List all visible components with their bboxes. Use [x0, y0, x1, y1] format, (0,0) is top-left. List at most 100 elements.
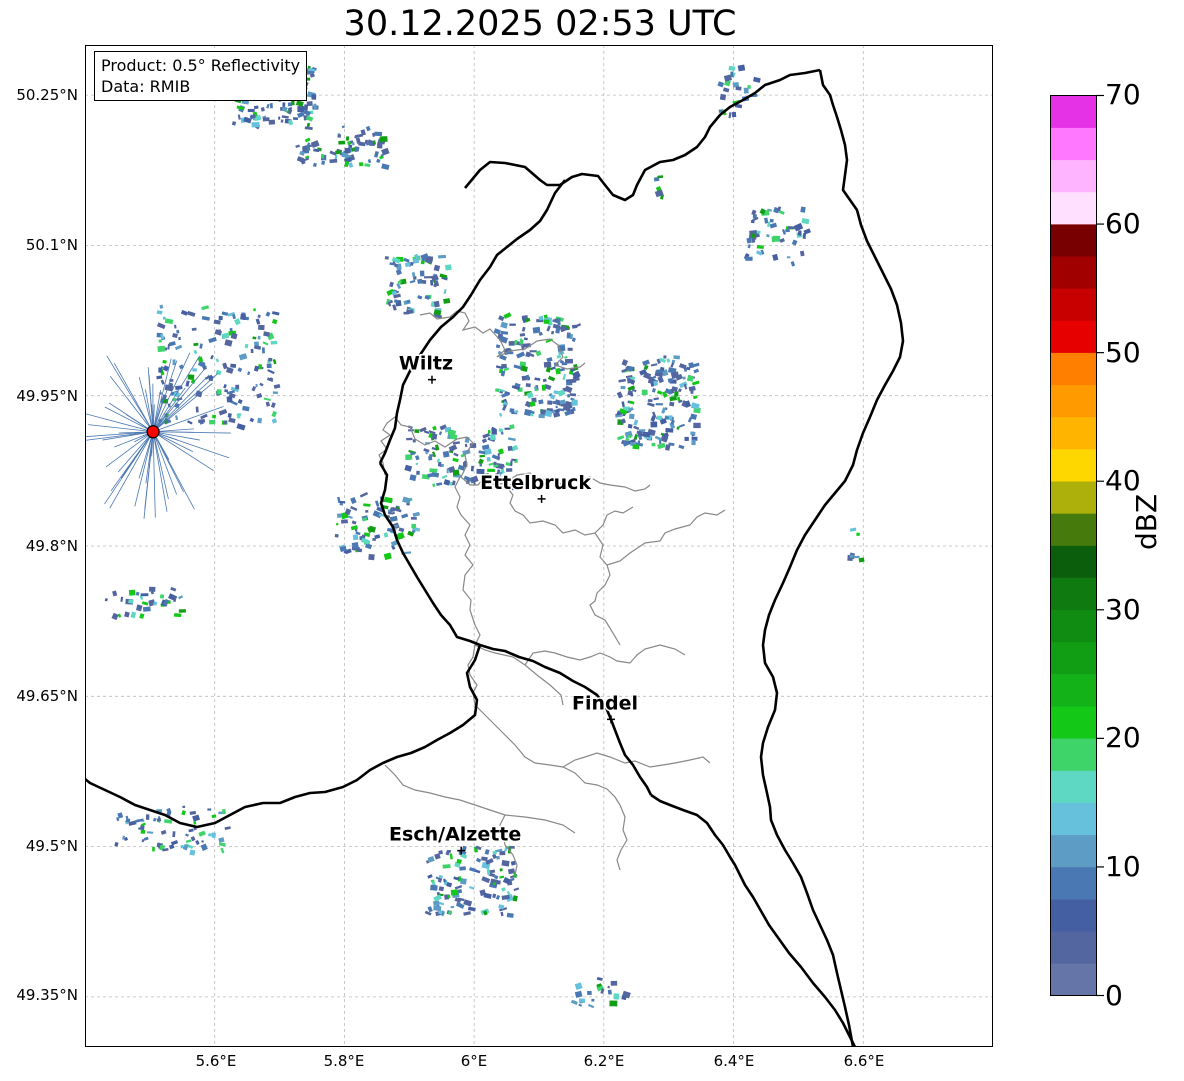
echo-cell: [610, 980, 618, 986]
echo-cell: [669, 401, 675, 407]
echo-cell: [630, 392, 634, 397]
echo-cell: [746, 237, 752, 244]
colorbar-swatch: [1050, 577, 1097, 611]
echo-cell: [509, 408, 515, 413]
echo-cell: [172, 831, 176, 838]
echo-cell: [125, 818, 131, 823]
echo-cell: [430, 884, 438, 891]
echo-cell: [352, 534, 359, 541]
echo-cell: [719, 93, 727, 101]
x-tick-label: 6.2°E: [583, 1052, 625, 1070]
x-tick-label: 6.4°E: [713, 1052, 755, 1070]
echo-cell: [509, 323, 516, 326]
echo-cell: [182, 805, 186, 809]
colorbar: [1050, 94, 1104, 997]
echo-cell: [142, 606, 151, 612]
y-tick-label: 50.25°N: [16, 86, 78, 104]
echo-cell: [173, 613, 182, 618]
echo-cell: [459, 866, 466, 871]
echo-cell: [428, 455, 433, 461]
echo-cell: [321, 153, 324, 159]
echo-cell: [235, 384, 240, 390]
echo-cell: [148, 586, 156, 592]
colorbar-swatch: [1050, 931, 1097, 964]
echo-cell: [334, 533, 339, 538]
echo-cell: [555, 405, 558, 409]
echo-cell: [209, 419, 216, 425]
echo-cell: [224, 389, 229, 393]
echo-cell: [578, 998, 586, 1003]
echo-cell: [293, 117, 298, 120]
echo-cell: [647, 399, 653, 403]
echo-cell: [195, 406, 199, 413]
echo-cell: [506, 912, 514, 918]
echo-cell: [650, 421, 658, 428]
data-source-label: Data: RMIB: [101, 77, 191, 96]
echo-cell: [198, 418, 206, 424]
echo-cell: [525, 383, 531, 388]
echo-cell: [345, 136, 350, 141]
echo-cell: [693, 422, 701, 429]
echo-cell: [159, 594, 165, 599]
echo-cell: [218, 315, 223, 321]
echo-cell: [607, 989, 612, 995]
echo-cell: [849, 554, 854, 558]
echo-cell: [737, 64, 746, 72]
echo-cell: [745, 256, 753, 261]
colorbar-swatches: [1050, 95, 1097, 996]
colorbar-swatch: [1050, 159, 1097, 193]
colorbar-swatch: [1050, 224, 1097, 257]
colorbar-tick-label: 50: [1105, 336, 1141, 369]
echo-cell: [268, 357, 273, 362]
echo-cell: [442, 450, 450, 458]
echo-cell: [257, 417, 263, 424]
echo-cell: [657, 175, 664, 179]
echo-cell: [227, 413, 232, 418]
echo-cell: [464, 443, 468, 448]
echo-cell: [797, 230, 802, 236]
radar-site-marker: [146, 425, 160, 439]
echo-cell: [388, 511, 392, 515]
echo-cell: [176, 329, 180, 334]
y-tick-label: 50.1°N: [25, 236, 78, 254]
echo-cell: [555, 367, 561, 375]
echo-cell: [286, 110, 289, 113]
echo-cell: [651, 442, 656, 447]
echo-cell: [858, 557, 865, 563]
echo-cell: [211, 814, 217, 818]
echo-cell: [358, 162, 364, 167]
echo-cell: [414, 429, 420, 434]
echo-cell: [128, 589, 136, 596]
echo-cell: [191, 327, 197, 331]
echo-cell: [372, 537, 376, 542]
echo-cell: [178, 337, 181, 341]
echo-cell: [251, 122, 260, 128]
colorbar-title: dBZ: [1130, 493, 1163, 550]
echo-cell: [492, 882, 497, 886]
echo-cell: [417, 278, 423, 285]
colorbar-swatch: [1050, 449, 1097, 482]
colorbar-swatch: [1050, 834, 1097, 868]
echo-cell: [788, 226, 797, 230]
echo-cell: [338, 140, 346, 145]
echo-cell: [642, 431, 651, 438]
product-label: Product: 0.5° Reflectivity: [101, 56, 301, 75]
echo-cell: [499, 868, 503, 872]
echo-cell: [769, 218, 774, 223]
echo-cell: [856, 532, 860, 536]
echo-cell: [663, 355, 667, 359]
echo-cell: [247, 108, 255, 113]
echo-cell: [156, 310, 163, 315]
y-tick-label: 49.95°N: [16, 387, 78, 405]
echo-cell: [337, 513, 342, 518]
colorbar-tick-label: 30: [1105, 593, 1141, 626]
colorbar-tick-label: 10: [1105, 850, 1141, 883]
echo-cell: [547, 400, 553, 405]
echo-cell: [541, 384, 546, 391]
radar-map: Wiltz Ettelbruck Findel Esch/Alzette: [85, 45, 993, 1047]
city-label: Ettelbruck: [480, 472, 591, 494]
echo-cell: [448, 850, 451, 853]
echo-cell: [665, 428, 674, 433]
echo-cell: [250, 348, 254, 354]
colorbar-swatch: [1050, 481, 1097, 514]
